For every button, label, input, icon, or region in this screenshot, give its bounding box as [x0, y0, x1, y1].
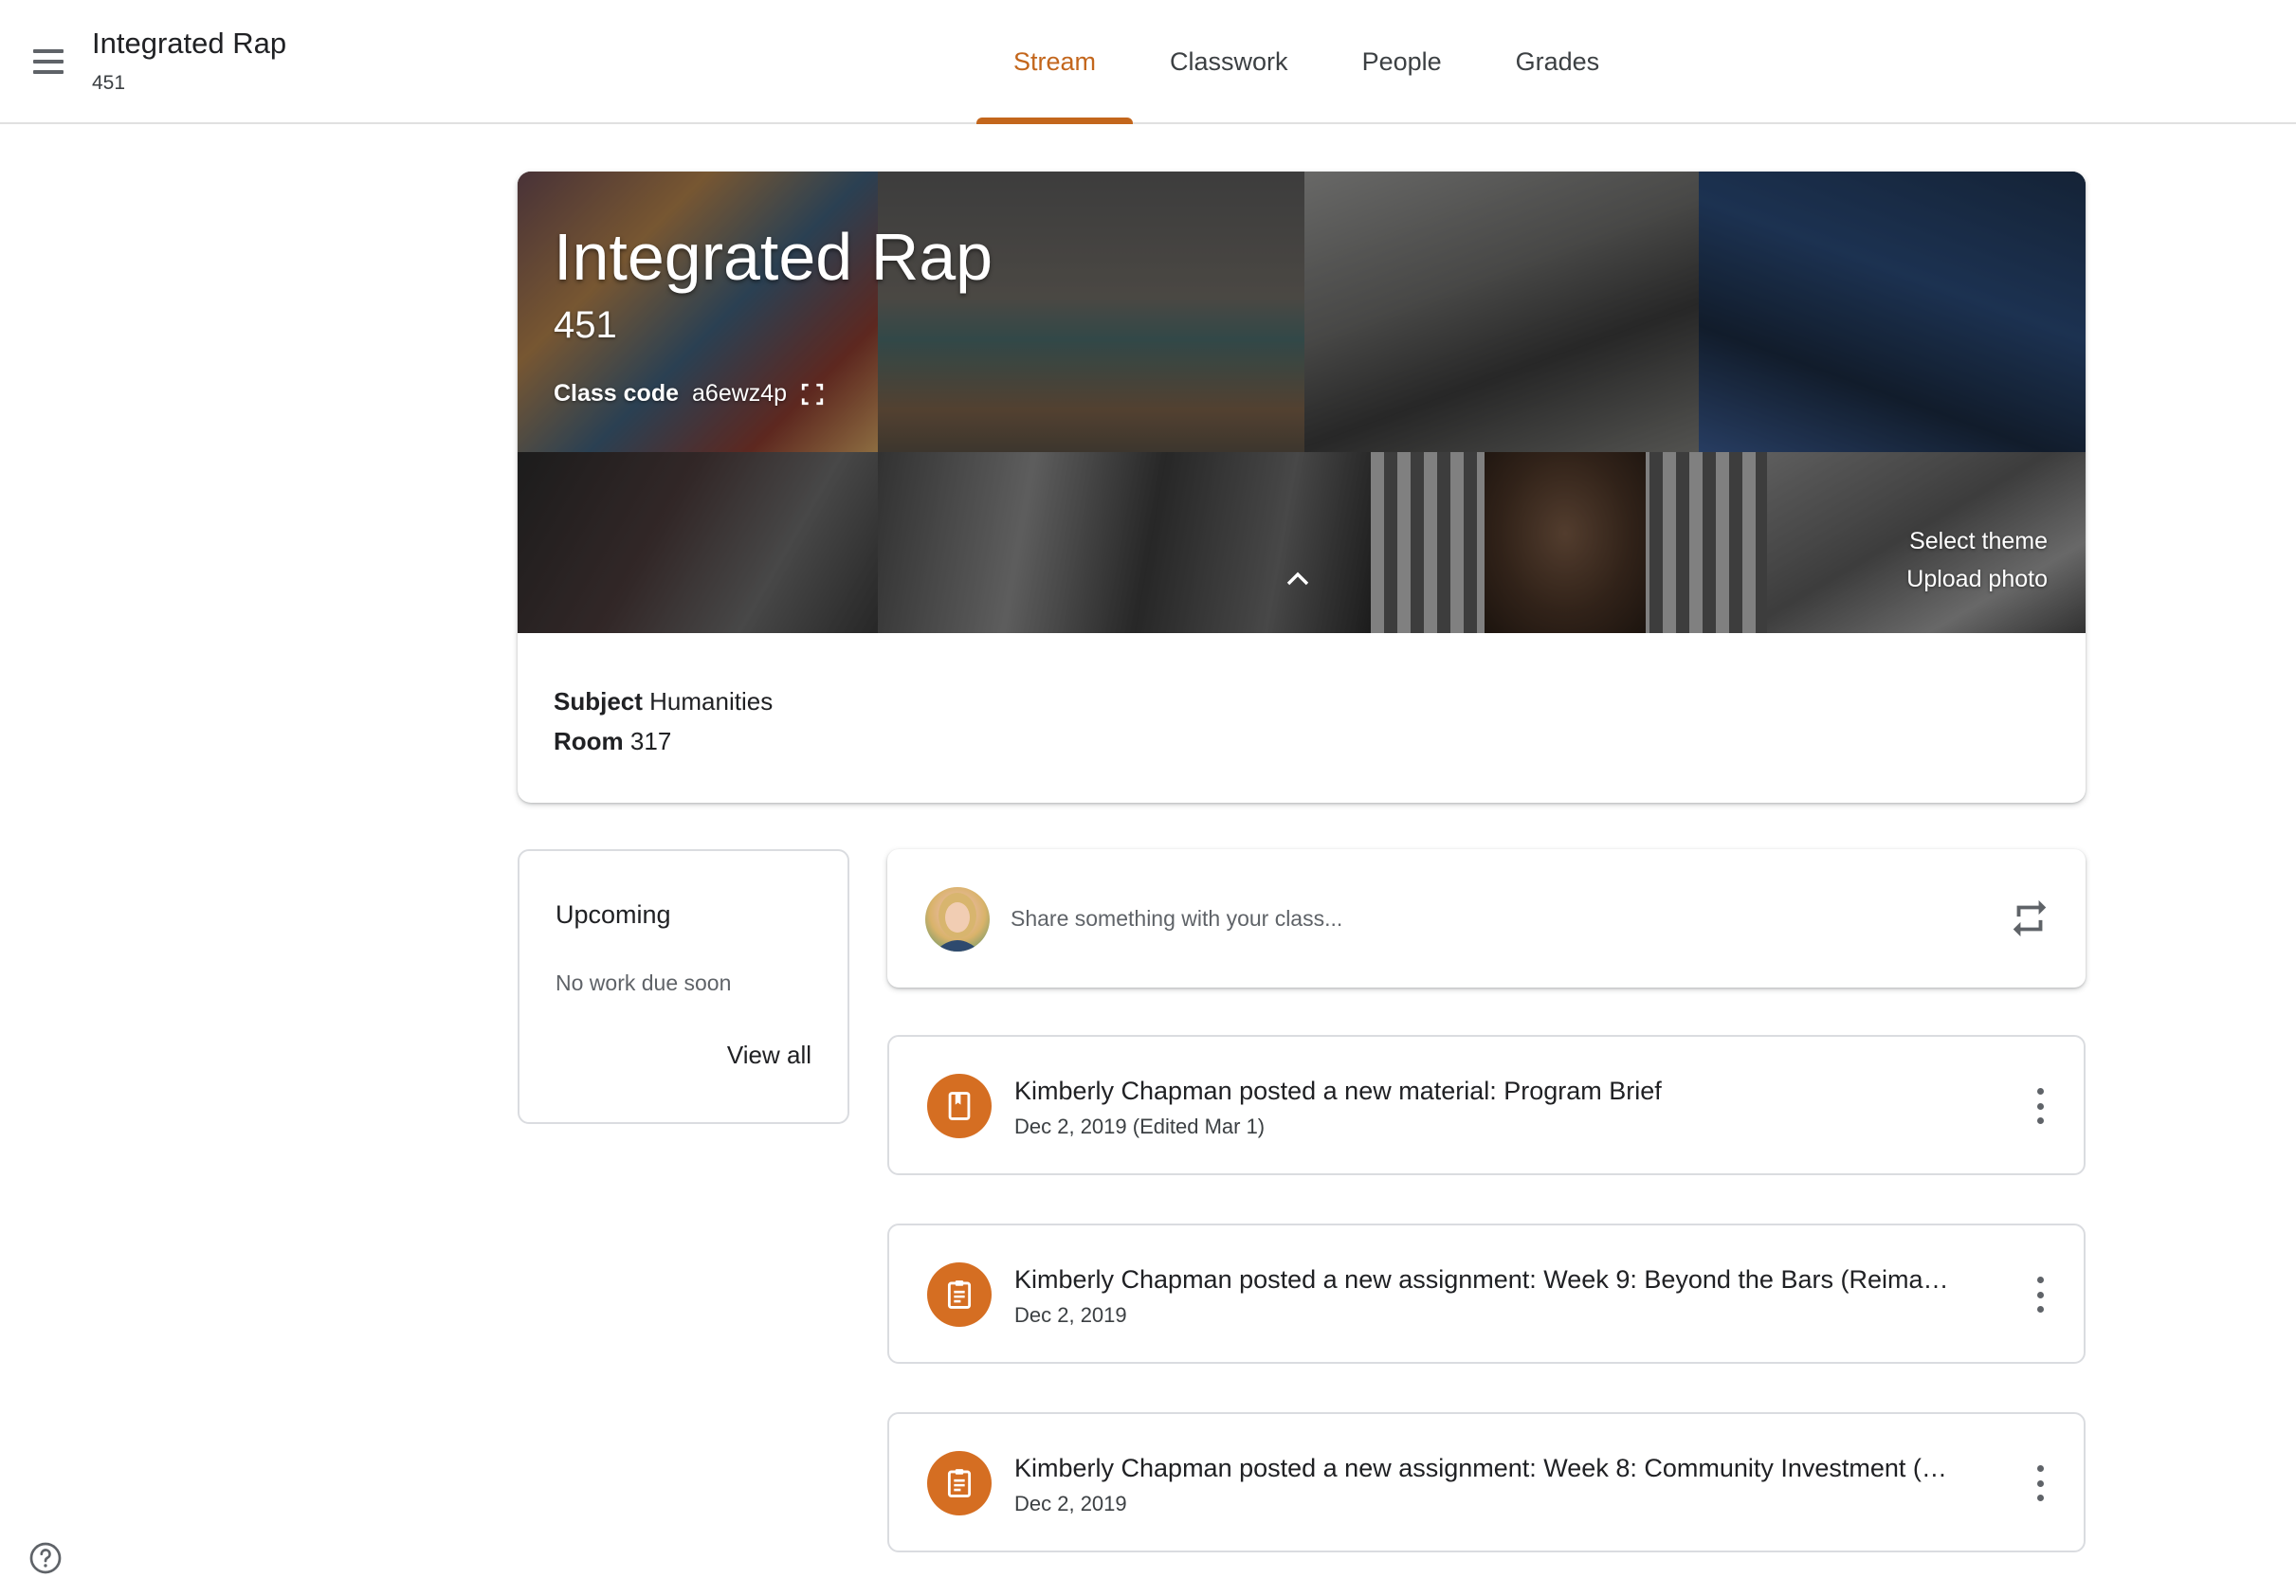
select-theme-link[interactable]: Select theme — [1909, 528, 2048, 555]
tab-stream[interactable]: Stream — [976, 0, 1134, 124]
post-icon — [927, 1257, 992, 1333]
stream-post[interactable]: Kimberly Chapman posted a new material: … — [887, 1035, 2086, 1175]
stream-post[interactable]: Kimberly Chapman posted a new assignment… — [887, 1224, 2086, 1364]
avatar — [925, 887, 990, 952]
tab-classwork[interactable]: Classwork — [1133, 0, 1325, 124]
class-title[interactable]: Integrated Rap — [92, 27, 286, 61]
subject-row: Subject Humanities — [554, 681, 773, 721]
post-date: Dec 2, 2019 — [1014, 1303, 1127, 1327]
menu-icon[interactable] — [21, 38, 76, 85]
banner-class-title: Integrated Rap — [554, 220, 993, 294]
material-icon — [948, 1092, 971, 1120]
class-section: 451 — [92, 72, 126, 94]
post-icon — [927, 1445, 992, 1521]
class-banner-image: Integrated Rap 451 Class code a6ewz4p Se… — [518, 172, 2086, 633]
post-icon — [927, 1068, 992, 1144]
room-value: 317 — [629, 727, 672, 755]
class-banner-card: Integrated Rap 451 Class code a6ewz4p Se… — [518, 172, 2086, 803]
subject-label: Subject — [554, 687, 643, 716]
share-box[interactable] — [887, 849, 2086, 988]
banner-class-section: 451 — [554, 304, 617, 346]
post-date: Dec 2, 2019 (Edited Mar 1) — [1014, 1115, 1266, 1138]
room-label: Room — [554, 727, 624, 755]
tab-people[interactable]: People — [1325, 0, 1479, 124]
class-code: Class code a6ewz4p — [554, 380, 825, 408]
chevron-up-icon[interactable] — [1284, 568, 1312, 589]
upcoming-empty-text: No work due soon — [556, 970, 732, 995]
tab-grades[interactable]: Grades — [1479, 0, 1637, 124]
subject-value: Humanities — [649, 687, 774, 716]
post-date: Dec 2, 2019 — [1014, 1492, 1127, 1515]
more-options-icon[interactable] — [2034, 1277, 2046, 1313]
top-app-bar: Integrated Rap 451 Stream Classwork Peop… — [0, 0, 2296, 124]
post-title: Kimberly Chapman posted a new assignment… — [1014, 1265, 1962, 1294]
post-title: Kimberly Chapman posted a new assignment… — [1014, 1454, 1962, 1482]
class-tabs: Stream Classwork People Grades — [976, 0, 1636, 124]
fullscreen-icon[interactable] — [800, 382, 825, 407]
stream-post[interactable]: Kimberly Chapman posted a new assignment… — [887, 1412, 2086, 1552]
repost-icon[interactable] — [2008, 897, 2051, 940]
more-options-icon[interactable] — [2034, 1465, 2046, 1501]
class-details: Subject Humanities Room 317 — [554, 681, 773, 761]
room-row: Room 317 — [554, 721, 773, 761]
upload-photo-link[interactable]: Upload photo — [1906, 566, 2048, 593]
assignment-icon — [947, 1469, 972, 1497]
class-code-label: Class code — [554, 380, 680, 407]
upcoming-card: Upcoming No work due soon View all — [518, 849, 849, 1124]
view-all-link[interactable]: View all — [727, 1041, 811, 1070]
help-icon[interactable] — [28, 1541, 63, 1575]
upcoming-title: Upcoming — [556, 900, 671, 929]
share-input[interactable] — [1011, 885, 1921, 952]
post-title: Kimberly Chapman posted a new material: … — [1014, 1077, 1662, 1105]
more-options-icon[interactable] — [2034, 1088, 2046, 1124]
assignment-icon — [947, 1280, 972, 1309]
class-code-value: a6ewz4p — [692, 380, 788, 407]
